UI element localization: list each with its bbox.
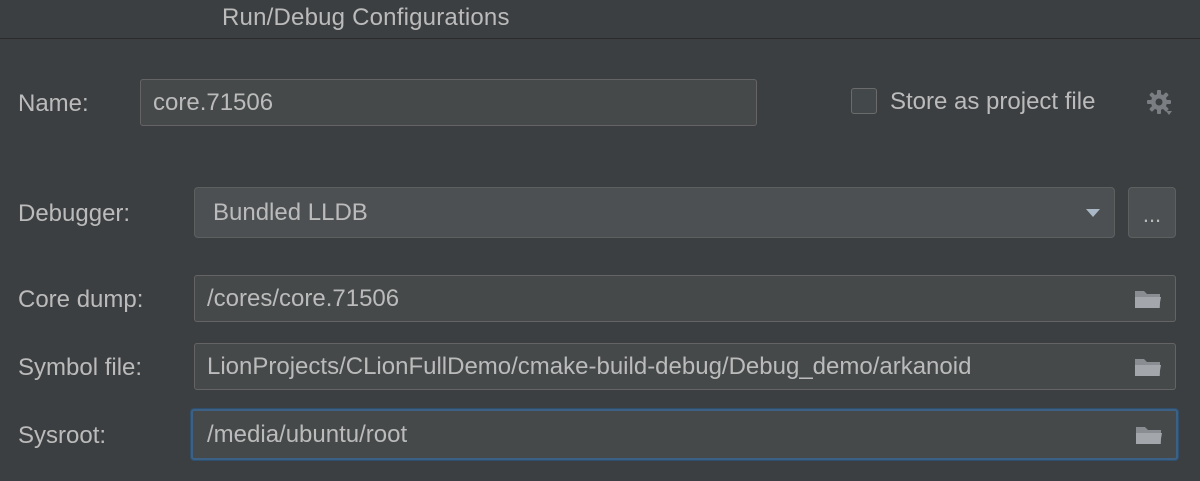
store-as-project-file-label[interactable]: Store as project file: [890, 88, 1095, 116]
name-field[interactable]: core.71506: [140, 79, 757, 126]
window-title: Run/Debug Configurations: [222, 4, 510, 31]
chevron-down-icon: [1086, 208, 1100, 217]
folder-icon[interactable]: [1133, 287, 1163, 311]
symbol-file-field[interactable]: LionProjects/CLionFullDemo/cmake-build-d…: [194, 343, 1176, 390]
symbol-file-value: LionProjects/CLionFullDemo/cmake-build-d…: [207, 352, 972, 380]
debugger-dropdown[interactable]: Bundled LLDB: [194, 187, 1115, 238]
debugger-selected-value: Bundled LLDB: [213, 198, 368, 226]
core-dump-field[interactable]: /cores/core.71506: [194, 275, 1176, 322]
debugger-browse-button[interactable]: ...: [1128, 187, 1176, 238]
symbol-file-label: Symbol file:: [18, 354, 143, 381]
debugger-label: Debugger:: [18, 200, 131, 227]
name-field-value: core.71506: [153, 88, 274, 116]
window-titlebar: Run/Debug Configurations: [0, 0, 1200, 39]
core-dump-value: /cores/core.71506: [207, 284, 400, 312]
sysroot-field[interactable]: /media/ubuntu/root: [191, 409, 1178, 460]
sysroot-value: /media/ubuntu/root: [207, 420, 408, 448]
store-as-project-file-checkbox[interactable]: [851, 88, 877, 114]
folder-icon[interactable]: [1133, 355, 1163, 379]
folder-icon[interactable]: [1134, 423, 1164, 447]
name-label: Name:: [18, 90, 89, 117]
gear-icon[interactable]: [1146, 89, 1174, 117]
core-dump-label: Core dump:: [18, 286, 144, 313]
sysroot-label: Sysroot:: [18, 422, 107, 449]
